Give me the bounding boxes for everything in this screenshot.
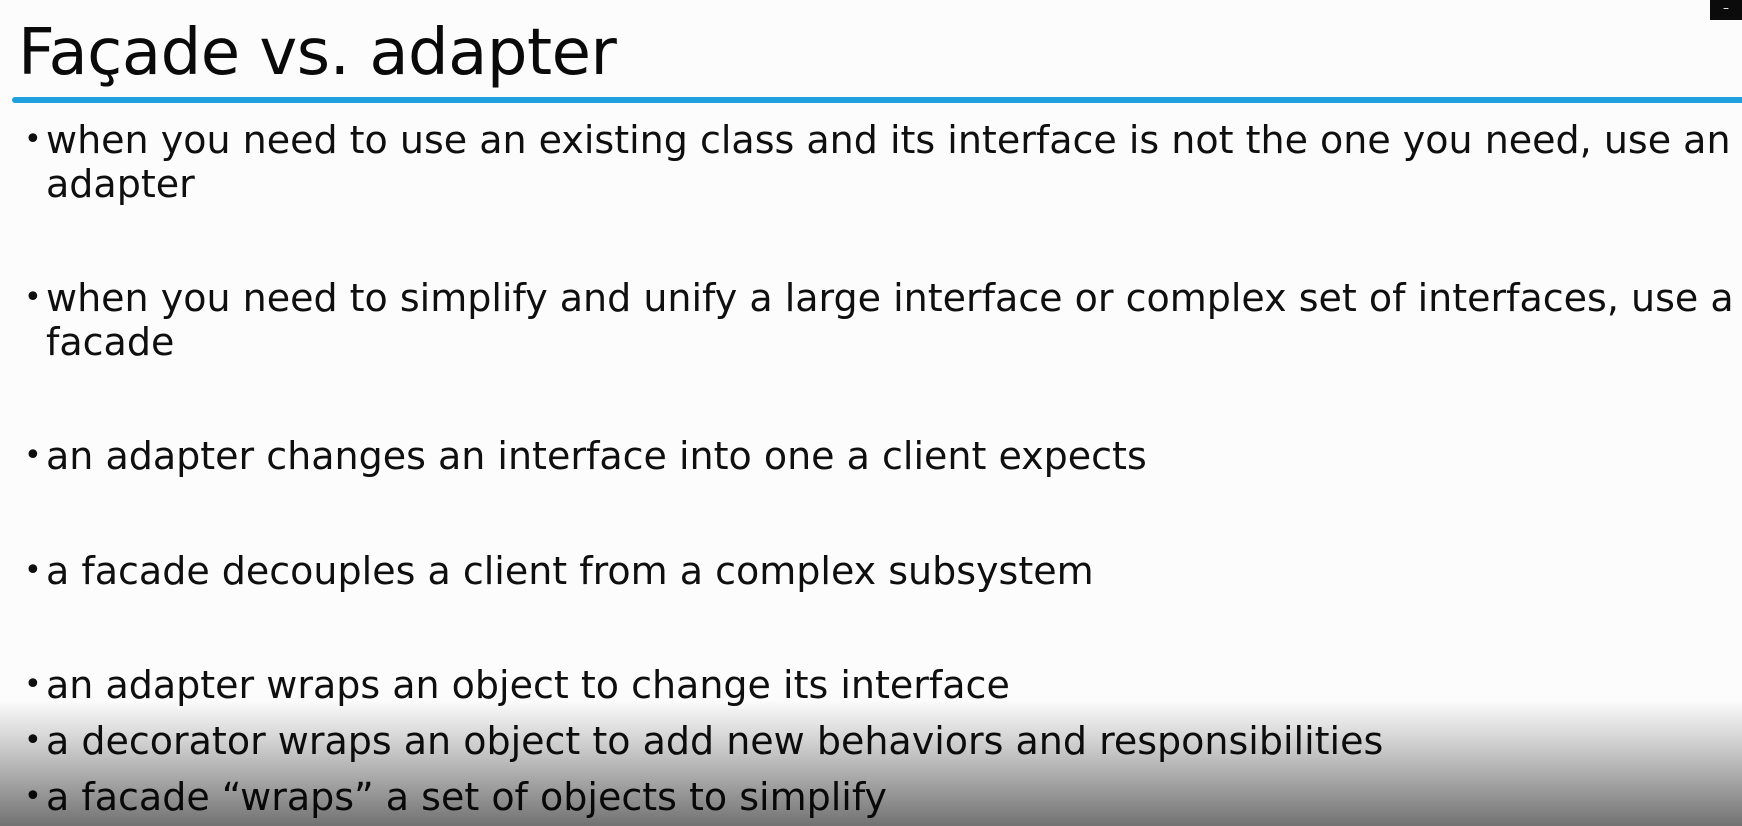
bullet-item: • an adapter changes an interface into o…	[24, 434, 1726, 478]
bullet-dot: •	[24, 553, 42, 588]
slide: Façade vs. adapter • when you need to us…	[0, 0, 1742, 826]
bullet-dot: •	[24, 779, 42, 814]
bullet-text-continued: facade	[46, 320, 175, 364]
bullet-dot: •	[24, 122, 42, 157]
bullet-dot: •	[24, 723, 42, 758]
bullet-text: a facade “wraps” a set of objects to sim…	[46, 775, 888, 819]
bullet-item: • when you need to simplify and unify a …	[24, 276, 1734, 364]
title-underline	[12, 97, 1742, 103]
bullet-text: an adapter changes an interface into one…	[46, 434, 1147, 478]
bullet-dot: •	[24, 667, 42, 702]
bullet-text-continued: adapter	[46, 162, 195, 206]
slide-title: Façade vs. adapter	[18, 16, 617, 90]
bullet-item: • a decorator wraps an object to add new…	[24, 719, 1726, 763]
bullet-text: a decorator wraps an object to add new b…	[46, 719, 1384, 763]
bullet-item: • a facade “wraps” a set of objects to s…	[24, 775, 1726, 819]
bullet-text: when you need to use an existing class a…	[46, 118, 1731, 162]
bullet-text: an adapter wraps an object to change its…	[46, 663, 1010, 707]
minimize-icon[interactable]: –	[1710, 0, 1742, 20]
bullet-text: when you need to simplify and unify a la…	[46, 276, 1734, 320]
bullet-dot: •	[24, 280, 42, 315]
bullet-dot: •	[24, 438, 42, 473]
minimize-glyph: –	[1723, 1, 1729, 15]
bullet-item: • an adapter wraps an object to change i…	[24, 663, 1726, 707]
bullet-item: • a facade decouples a client from a com…	[24, 549, 1726, 593]
bullet-text: a facade decouples a client from a compl…	[46, 549, 1094, 593]
bullet-item: • when you need to use an existing class…	[24, 118, 1731, 206]
